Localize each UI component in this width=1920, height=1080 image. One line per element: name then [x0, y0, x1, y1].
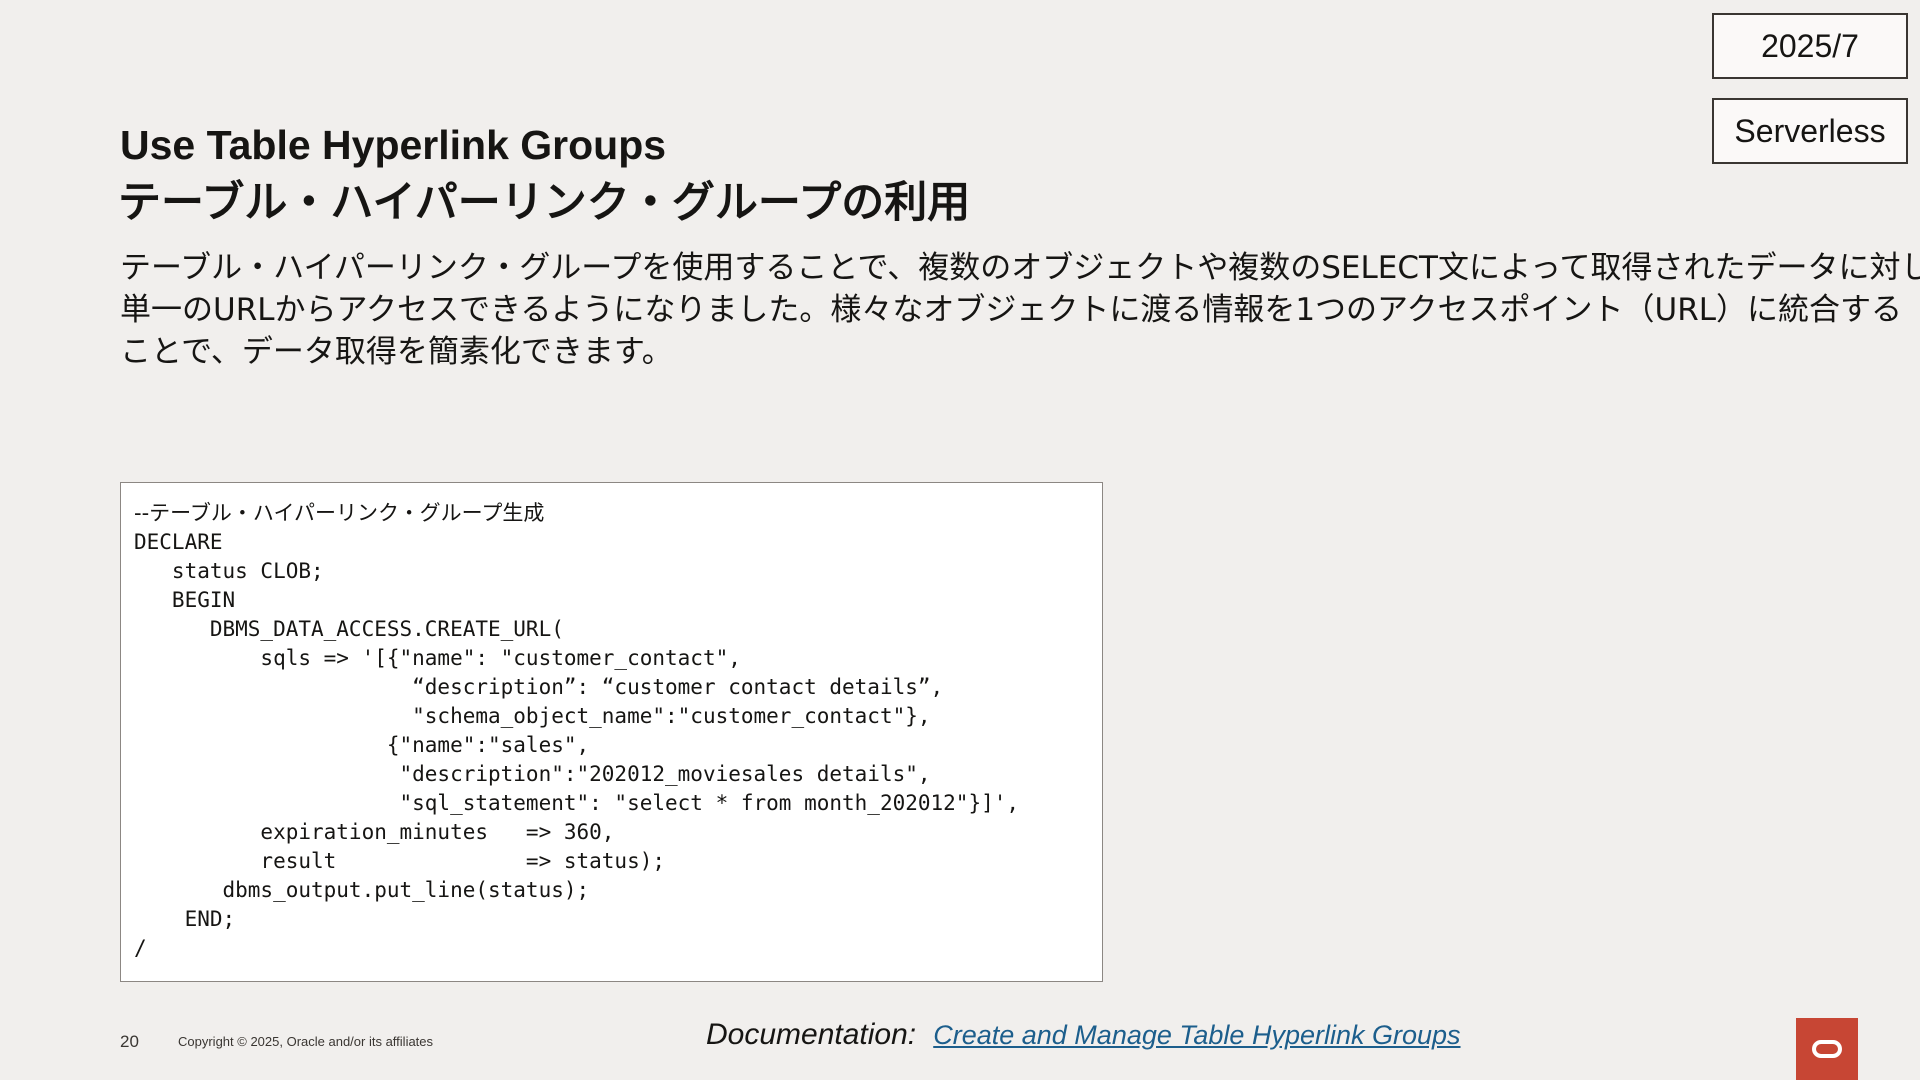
code-line: "sql_statement": "select * from month_20… — [134, 791, 1020, 815]
slide-title-japanese: テーブル・ハイパーリンク・グループの利用 — [118, 178, 971, 228]
code-line: / — [134, 936, 147, 960]
code-line: DBMS_DATA_ACCESS.CREATE_URL( — [134, 617, 564, 641]
code-line: END; — [134, 907, 236, 931]
documentation-link[interactable]: Create and Manage Table Hyperlink Groups — [933, 1020, 1460, 1050]
documentation-reference: Documentation: Create and Manage Table H… — [706, 1018, 1461, 1052]
description-line: テーブル・ハイパーリンク・グループを使用することで、複数のオブジェクトや複数のS… — [120, 250, 1920, 286]
code-line: sqls => '[{"name": "customer_contact", — [134, 646, 741, 670]
code-line: {"name":"sales", — [134, 733, 590, 757]
code-line: DECLARE — [134, 530, 223, 554]
date-badge: 2025/7 — [1712, 13, 1908, 79]
code-line: “description”: “customer contact details… — [134, 675, 944, 699]
slide-title-english: Use Table Hyperlink Groups — [120, 122, 667, 168]
code-line: result => status); — [134, 849, 666, 873]
description-line: ことで、データ取得を簡素化できます。 — [120, 334, 673, 370]
code-sample-box: --テーブル・ハイパーリンク・グループ生成 DECLARE status CLOB… — [120, 482, 1103, 982]
copyright-notice: Copyright © 2025, Oracle and/or its affi… — [178, 1034, 434, 1049]
code-line: "schema_object_name":"customer_contact"}… — [134, 704, 931, 728]
oracle-logo-icon — [1796, 1018, 1858, 1080]
code-line: --テーブル・ハイパーリンク・グループ生成 — [134, 501, 545, 525]
documentation-label: Documentation: — [706, 1018, 917, 1051]
code-line: BEGIN — [134, 588, 236, 612]
page-number: 20 — [120, 1032, 139, 1051]
oracle-ring-icon — [1812, 1040, 1842, 1058]
code-line: dbms_output.put_line(status); — [134, 878, 590, 902]
code-line: status CLOB; — [134, 559, 324, 583]
description-line: 単一のURLからアクセスできるようになりました。様々なオブジェクトに渡る情報を1… — [120, 292, 1902, 328]
code-line: "description":"202012_moviesales details… — [134, 762, 931, 786]
slide-description: テーブル・ハイパーリンク・グループを使用することで、複数のオブジェクトや複数のS… — [120, 247, 1920, 373]
code-line: expiration_minutes => 360, — [134, 820, 615, 844]
code-block: --テーブル・ハイパーリンク・グループ生成 DECLARE status CLOB… — [134, 499, 1089, 963]
service-type-badge: Serverless — [1712, 98, 1908, 164]
